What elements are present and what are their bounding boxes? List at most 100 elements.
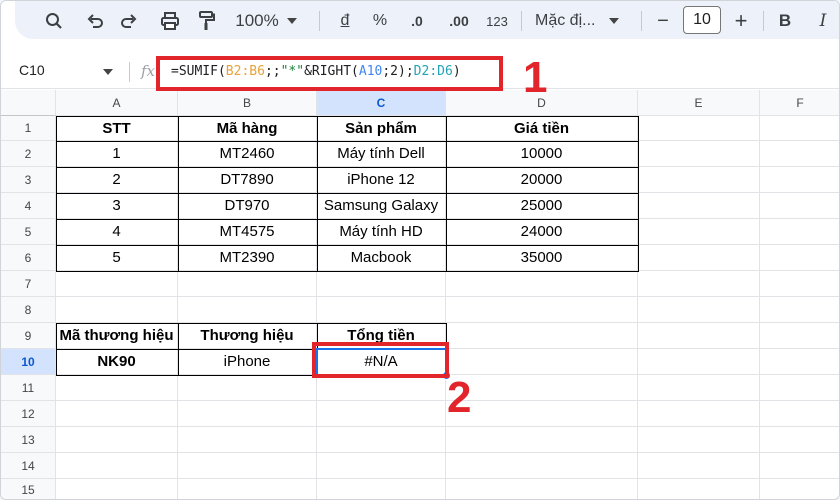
column-header-b[interactable]: B [178, 90, 317, 116]
table-cell[interactable]: 25000 [446, 193, 638, 219]
table-border [178, 116, 179, 272]
summary-cell[interactable]: NK90 [56, 349, 178, 375]
row-header[interactable]: 1 [1, 116, 56, 141]
row-header[interactable]: 7 [1, 271, 56, 297]
toolbar-separator [641, 11, 642, 31]
table-cell[interactable]: Macbook [317, 245, 446, 271]
table-cell[interactable]: iPhone 12 [317, 167, 446, 193]
table-border [56, 219, 639, 220]
callout-number-two: 2 [447, 373, 472, 422]
paint-roller-icon [199, 11, 215, 30]
table-cell[interactable]: 35000 [446, 245, 638, 271]
summary-cell[interactable]: iPhone [178, 349, 317, 375]
undo-icon [87, 14, 103, 28]
table-border [56, 167, 639, 168]
select-all-corner[interactable] [1, 90, 56, 116]
table-header-cell[interactable]: Giá tiền [446, 116, 638, 141]
column-header-e[interactable]: E [638, 90, 760, 116]
result-highlight-box [312, 342, 449, 378]
italic-button[interactable]: I [813, 8, 833, 34]
search-menus-button[interactable] [41, 8, 67, 34]
column-header-a[interactable]: A [56, 90, 178, 116]
paint-format-button[interactable] [195, 8, 219, 34]
row-header[interactable]: 10 [1, 349, 56, 375]
summary-header-cell[interactable]: Mã thương hiệu [56, 323, 178, 349]
decrease-font-size-button[interactable]: − [653, 8, 673, 34]
increase-font-size-button[interactable]: + [731, 8, 751, 34]
formula-highlight-box [156, 56, 503, 91]
table-cell[interactable]: DT7890 [178, 167, 317, 193]
percent-format-button[interactable]: % [369, 8, 391, 34]
table-border [56, 193, 639, 194]
row-header[interactable]: 2 [1, 141, 56, 167]
row-header[interactable]: 15 [1, 479, 56, 499]
chevron-down-icon [286, 18, 297, 24]
row-header[interactable]: 3 [1, 167, 56, 193]
table-cell[interactable]: Máy tính HD [317, 219, 446, 245]
table-cell[interactable]: MT4575 [178, 219, 317, 245]
table-cell[interactable]: 4 [56, 219, 178, 245]
table-cell[interactable]: 20000 [446, 167, 638, 193]
name-box[interactable]: C10 [19, 62, 45, 78]
table-cell[interactable]: 10000 [446, 141, 638, 167]
table-border [56, 141, 639, 142]
table-cell[interactable]: 3 [56, 193, 178, 219]
row-header[interactable]: 12 [1, 401, 56, 427]
table-cell[interactable]: MT2390 [178, 245, 317, 271]
font-family-value: Mặc đị... [535, 12, 596, 29]
font-size-input[interactable]: 10 [683, 6, 721, 34]
decrease-decimal-label: .0 [411, 13, 423, 29]
bold-button[interactable]: B [775, 8, 795, 34]
increase-decimal-button[interactable]: .00 [443, 8, 475, 34]
toolbar-separator [319, 11, 320, 31]
print-icon [161, 12, 179, 30]
table-cell[interactable]: 1 [56, 141, 178, 167]
table-cell[interactable]: 5 [56, 245, 178, 271]
table-header-cell[interactable]: STT [56, 116, 178, 141]
decrease-decimal-button[interactable]: .0 [403, 8, 431, 34]
print-button[interactable] [157, 8, 183, 34]
spreadsheet-window: 100% đ % .0 .00 123 Mặc đị... − 10 + B I… [0, 0, 840, 500]
row-header[interactable]: 14 [1, 453, 56, 479]
row-header[interactable]: 9 [1, 323, 56, 349]
table-cell[interactable]: MT2460 [178, 141, 317, 167]
table-cell[interactable]: 2 [56, 167, 178, 193]
column-header-f[interactable]: F [760, 90, 839, 116]
toolbar: 100% đ % .0 .00 123 Mặc đị... − 10 + B I [1, 1, 839, 43]
toolbar-separator [521, 11, 522, 31]
table-header-cell[interactable]: Sản phẩm [317, 116, 446, 141]
chevron-down-icon[interactable] [103, 69, 113, 75]
grid-line [56, 452, 839, 453]
row-header[interactable]: 13 [1, 427, 56, 453]
toolbar-separator [763, 11, 764, 31]
table-cell[interactable]: 24000 [446, 219, 638, 245]
zoom-select[interactable]: 100% [231, 8, 301, 34]
fx-icon: fx [141, 62, 156, 80]
redo-button[interactable] [117, 8, 141, 34]
summary-header-cell[interactable]: Thương hiệu [178, 323, 317, 349]
row-header[interactable]: 5 [1, 219, 56, 245]
table-cell[interactable]: Máy tính Dell [317, 141, 446, 167]
table-header-cell[interactable]: Mã hàng [178, 116, 317, 141]
formula-bar-separator [129, 62, 130, 82]
table-border [56, 245, 639, 246]
row-header[interactable]: 4 [1, 193, 56, 219]
row-header[interactable]: 6 [1, 245, 56, 271]
row-header[interactable]: 8 [1, 297, 56, 323]
grid-line [56, 478, 839, 479]
grid-line [56, 426, 839, 427]
table-border [446, 116, 447, 272]
currency-format-button[interactable]: đ [335, 8, 355, 34]
table-cell[interactable]: DT970 [178, 193, 317, 219]
column-header-c[interactable]: C [317, 90, 446, 116]
redo-icon [121, 14, 137, 28]
undo-button[interactable] [83, 8, 107, 34]
row-header[interactable]: 11 [1, 375, 56, 401]
font-family-select[interactable]: Mặc đị... [535, 8, 633, 34]
chevron-down-icon [609, 18, 620, 24]
callout-number-one: 1 [523, 53, 548, 102]
table-cell[interactable]: Samsung Galaxy [317, 193, 446, 219]
number-format-button[interactable]: 123 [483, 8, 511, 34]
grid-line [759, 116, 760, 499]
search-icon [46, 13, 62, 29]
